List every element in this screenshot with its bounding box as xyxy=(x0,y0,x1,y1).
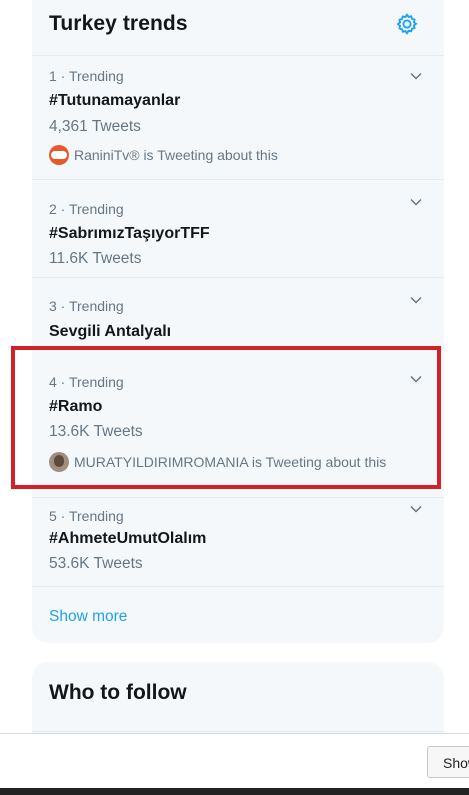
trend-count: 11.6K Tweets xyxy=(49,250,142,267)
who-to-follow-card: Who to follow xyxy=(32,662,444,742)
trend-meta: 1 · Trending xyxy=(49,68,124,84)
bottom-edge xyxy=(0,788,469,795)
trends-header: Turkey trends xyxy=(32,0,444,56)
show-button[interactable]: Show xyxy=(427,746,469,778)
follow-divider xyxy=(32,731,444,732)
trend-context: RaniniTv® is Tweeting about this xyxy=(49,145,278,165)
gear-icon[interactable] xyxy=(395,12,419,36)
avatar xyxy=(49,145,69,165)
trend-item-2[interactable]: 2 · Trending #SabrımızTaşıyorTFF 11.6K T… xyxy=(32,180,444,278)
who-to-follow-title: Who to follow xyxy=(49,681,187,704)
bottom-bar: Show xyxy=(0,733,469,788)
chevron-down-icon[interactable] xyxy=(408,292,424,308)
chevron-down-icon[interactable] xyxy=(408,501,424,517)
trend-meta: 2 · Trending xyxy=(49,201,124,217)
trend-item-3[interactable]: 3 · Trending Sevgili Antalyalı xyxy=(32,278,444,348)
trend-count: 53.6K Tweets xyxy=(49,555,143,572)
trends-card: Turkey trends 1 · Trending #Tutunamayanl… xyxy=(32,0,444,643)
trend-count: 4,361 Tweets xyxy=(49,118,141,135)
trend-name: #AhmeteUmutOlalım xyxy=(49,530,207,547)
highlight-box xyxy=(11,346,441,489)
trend-name: #Tutunamayanlar xyxy=(49,92,181,109)
trend-name: #SabrımızTaşıyorTFF xyxy=(49,225,210,242)
trend-item-1[interactable]: 1 · Trending #Tutunamayanlar 4,361 Tweet… xyxy=(32,56,444,180)
chevron-down-icon[interactable] xyxy=(408,194,424,210)
show-more-link[interactable]: Show more xyxy=(49,608,127,626)
trends-title: Turkey trends xyxy=(49,12,188,35)
trend-meta: 3 · Trending xyxy=(49,298,124,314)
trend-meta: 5 · Trending xyxy=(49,508,124,524)
trend-item-5[interactable]: 5 · Trending #AhmeteUmutOlalım 53.6K Twe… xyxy=(32,498,444,586)
trend-context-text: RaniniTv® is Tweeting about this xyxy=(74,147,278,163)
trends-divider xyxy=(32,586,444,587)
trend-name: Sevgili Antalyalı xyxy=(49,323,172,340)
chevron-down-icon[interactable] xyxy=(408,68,424,84)
